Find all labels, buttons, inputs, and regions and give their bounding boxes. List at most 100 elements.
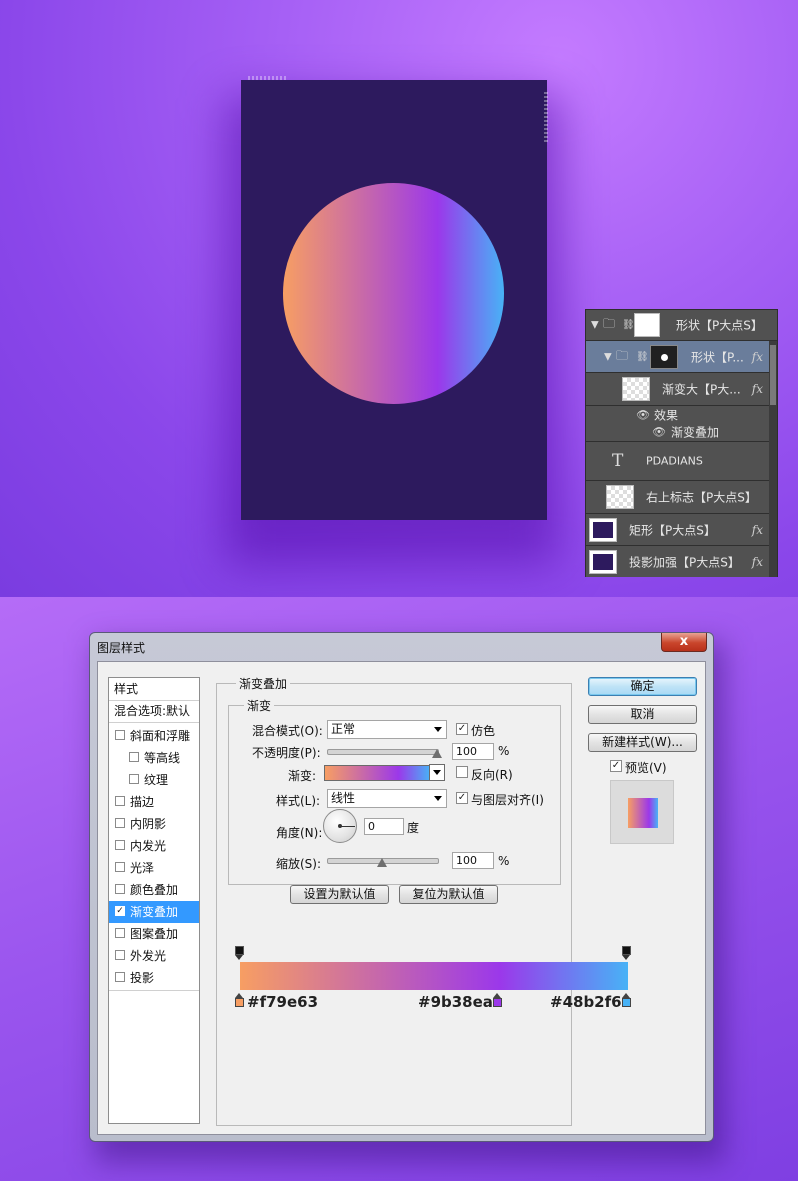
text-layer-icon: T	[612, 451, 624, 471]
color-stop-start[interactable]	[235, 993, 244, 1007]
color-stop-end[interactable]	[622, 993, 631, 1007]
align-with-layer-checkbox[interactable]: ✓	[456, 792, 468, 804]
checkbox[interactable]	[115, 862, 125, 872]
scrollbar-thumb[interactable]	[770, 345, 776, 405]
cancel-button[interactable]: 取消	[588, 705, 697, 724]
style-label: 内阴影	[130, 817, 167, 831]
style-item-satin[interactable]: 光泽	[109, 857, 199, 879]
style-label: 描边	[130, 795, 155, 809]
style-item-contour[interactable]: 等高线	[109, 747, 199, 769]
expand-arrow-icon[interactable]: ▼	[591, 320, 599, 331]
dialog-body: 样式 混合选项:默认 斜面和浮雕 等高线 纹理 描边 内阴影 内发光 光泽 颜色…	[97, 661, 706, 1135]
blend-mode-select[interactable]: 正常	[327, 720, 447, 739]
stop-hex-mid: #9b38ea	[418, 993, 493, 1011]
ok-button[interactable]: 确定	[588, 677, 697, 696]
styles-header[interactable]: 样式	[114, 678, 204, 700]
checkbox[interactable]	[115, 840, 125, 850]
layer-row-text[interactable]: T PDADIANS	[586, 442, 777, 481]
layer-row-group-shape[interactable]: ▼ 🗀 ⛓ 形状【P大点S】	[586, 310, 777, 341]
stop-hex-start: #f79e63	[247, 993, 319, 1011]
checkbox[interactable]	[115, 972, 125, 982]
layer-thumbnail	[606, 485, 634, 509]
checkbox[interactable]	[115, 884, 125, 894]
scale-slider-thumb[interactable]	[377, 858, 387, 867]
opacity-input[interactable]: 100	[452, 743, 494, 760]
scale-input[interactable]: 100	[452, 852, 494, 869]
checkbox[interactable]	[115, 928, 125, 938]
effects-label: 效果	[654, 408, 679, 422]
expand-arrow-icon[interactable]: ▼	[604, 351, 612, 362]
gradient-dropdown-button[interactable]	[429, 764, 445, 781]
style-label: 颜色叠加	[130, 883, 179, 897]
layer-row-top-right-logo[interactable]: 右上标志【P大点S】	[586, 481, 777, 514]
style-item-gradient-overlay[interactable]: ✓ 渐变叠加	[109, 901, 199, 923]
layer-row-rectangle[interactable]: 矩形【P大点S】 fx	[586, 514, 777, 546]
checkbox-checked[interactable]: ✓	[115, 906, 125, 916]
chevron-down-icon	[434, 796, 442, 801]
style-item-bevel[interactable]: 斜面和浮雕	[109, 725, 199, 747]
layer-row-shape-selected[interactable]: ▼ 🗀 ⛓ 形状【P... fx	[586, 341, 777, 373]
angle-input[interactable]: 0	[364, 818, 404, 835]
style-value: 线性	[331, 791, 356, 805]
gradient-bar[interactable]	[240, 962, 628, 990]
style-label: 等高线	[144, 751, 181, 765]
gradient-label: 渐变:	[288, 769, 317, 783]
opacity-slider[interactable]	[327, 749, 439, 755]
layers-scrollbar[interactable]	[769, 341, 777, 577]
style-select[interactable]: 线性	[327, 789, 447, 808]
style-item-color-overlay[interactable]: 颜色叠加	[109, 879, 199, 901]
opacity-unit: %	[498, 744, 510, 758]
checkbox[interactable]	[115, 796, 125, 806]
layer-thumbnail	[650, 344, 678, 369]
opacity-stop-left[interactable]	[235, 946, 244, 960]
close-icon: x	[679, 634, 689, 649]
checkbox[interactable]	[129, 774, 139, 784]
style-label: 样式(L):	[276, 794, 321, 808]
checkbox[interactable]	[115, 950, 125, 960]
layer-name: 形状【P...	[691, 350, 744, 364]
style-item-texture[interactable]: 纹理	[109, 769, 199, 791]
layer-row-shadow-boost[interactable]: 投影加强【P大点S】 fx	[586, 546, 777, 577]
reset-default-button[interactable]: 复位为默认值	[399, 885, 498, 904]
color-stop-mid[interactable]	[493, 993, 502, 1007]
preview-label: 预览(V)	[625, 761, 667, 775]
angle-unit: 度	[407, 821, 420, 835]
fx-icon[interactable]: fx	[752, 350, 763, 364]
opacity-slider-thumb[interactable]	[432, 749, 442, 758]
checkbox[interactable]	[115, 818, 125, 828]
layer-name: 矩形【P大点S】	[629, 523, 716, 537]
align-with-layer-label: 与图层对齐(I)	[471, 793, 544, 807]
divider	[109, 990, 199, 991]
layer-effects-row[interactable]: 👁 效果	[586, 406, 777, 423]
fx-icon[interactable]: fx	[752, 382, 763, 396]
checkbox[interactable]	[115, 730, 125, 740]
dither-checkbox[interactable]: ✓	[456, 723, 468, 735]
blend-mode-value: 正常	[331, 722, 356, 736]
fx-icon[interactable]: fx	[752, 555, 763, 569]
style-item-stroke[interactable]: 描边	[109, 791, 199, 813]
eye-icon[interactable]: 👁	[636, 408, 650, 421]
layer-effect-gradient-overlay[interactable]: 👁 渐变叠加	[586, 423, 777, 442]
gradient-picker[interactable]	[324, 765, 431, 781]
blend-options-item[interactable]: 混合选项:默认	[114, 700, 204, 722]
dialog-titlebar[interactable]: 图层样式 x	[90, 633, 713, 659]
eye-icon[interactable]: 👁	[652, 426, 666, 439]
reverse-checkbox[interactable]	[456, 766, 468, 778]
style-item-outer-glow[interactable]: 外发光	[109, 945, 199, 967]
style-item-inner-glow[interactable]: 内发光	[109, 835, 199, 857]
fx-icon[interactable]: fx	[752, 523, 763, 537]
style-item-inner-shadow[interactable]: 内阴影	[109, 813, 199, 835]
new-style-button[interactable]: 新建样式(W)...	[588, 733, 697, 752]
opacity-stop-right[interactable]	[622, 946, 631, 960]
angle-dial[interactable]	[323, 809, 357, 843]
style-item-drop-shadow[interactable]: 投影	[109, 967, 199, 989]
layer-row-gradient[interactable]: 渐变大【P大... fx	[586, 373, 777, 406]
checkbox[interactable]	[129, 752, 139, 762]
preview-swatch	[628, 798, 658, 828]
preview-checkbox[interactable]: ✓	[610, 760, 622, 772]
close-button[interactable]: x	[661, 633, 707, 652]
scale-unit: %	[498, 854, 510, 868]
style-item-pattern-overlay[interactable]: 图案叠加	[109, 923, 199, 945]
set-default-button[interactable]: 设置为默认值	[290, 885, 389, 904]
layer-thumbnail	[589, 517, 617, 542]
